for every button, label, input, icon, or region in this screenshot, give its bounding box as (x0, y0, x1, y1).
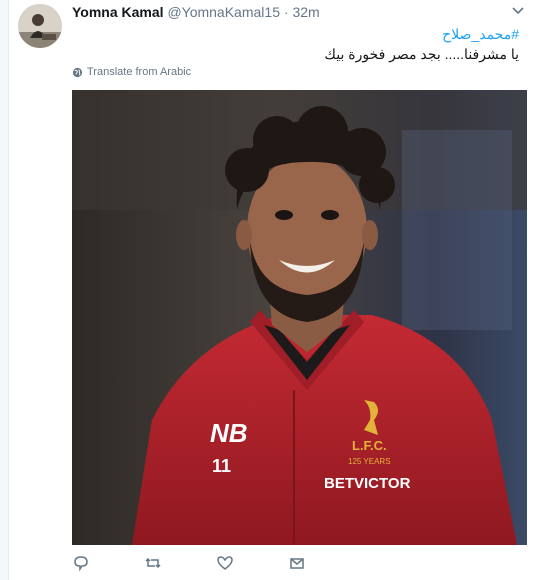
tweet-text: #محمد_صلاح يا مشرفنا..... بجد مصر فخورة … (324, 24, 519, 64)
nb-logo: NB (210, 418, 248, 448)
translate-link[interactable]: Translate from Arabic (72, 66, 191, 78)
reply-icon[interactable] (72, 554, 90, 572)
timeline-gutter (0, 0, 9, 580)
hashtag-link[interactable]: #محمد_صلاح (324, 24, 519, 44)
avatar[interactable] (18, 4, 62, 48)
envelope-icon[interactable] (288, 554, 306, 572)
tweet-header: Yomna Kamal @YomnaKamal15 · 32m (72, 4, 320, 20)
author-name[interactable]: Yomna Kamal (72, 4, 164, 20)
translate-label: Translate from Arabic (87, 66, 192, 78)
heart-icon[interactable] (216, 554, 234, 572)
separator-dot: · (283, 4, 289, 20)
crest-text: L.F.C. (352, 438, 387, 453)
author-handle[interactable]: @YomnaKamal15 (167, 4, 280, 20)
tweet-photo[interactable]: NB 11 L.F.C. 125 YEARS BETVICTOR (72, 90, 527, 545)
crest-sub: 125 YEARS (348, 457, 391, 466)
tweet-timestamp[interactable]: 32m (292, 4, 319, 20)
retweet-icon[interactable] (144, 554, 162, 572)
jersey-sponsor: BETVICTOR (324, 475, 411, 492)
jersey-number: 11 (212, 456, 231, 476)
chevron-down-icon[interactable] (510, 4, 526, 18)
tweet-card: Yomna Kamal @YomnaKamal15 · 32m #محمد_صل… (0, 0, 533, 580)
tweet-actions (72, 554, 372, 574)
globe-icon (72, 67, 83, 77)
tweet-body: يا مشرفنا..... بجد مصر فخورة بيك (324, 46, 519, 62)
